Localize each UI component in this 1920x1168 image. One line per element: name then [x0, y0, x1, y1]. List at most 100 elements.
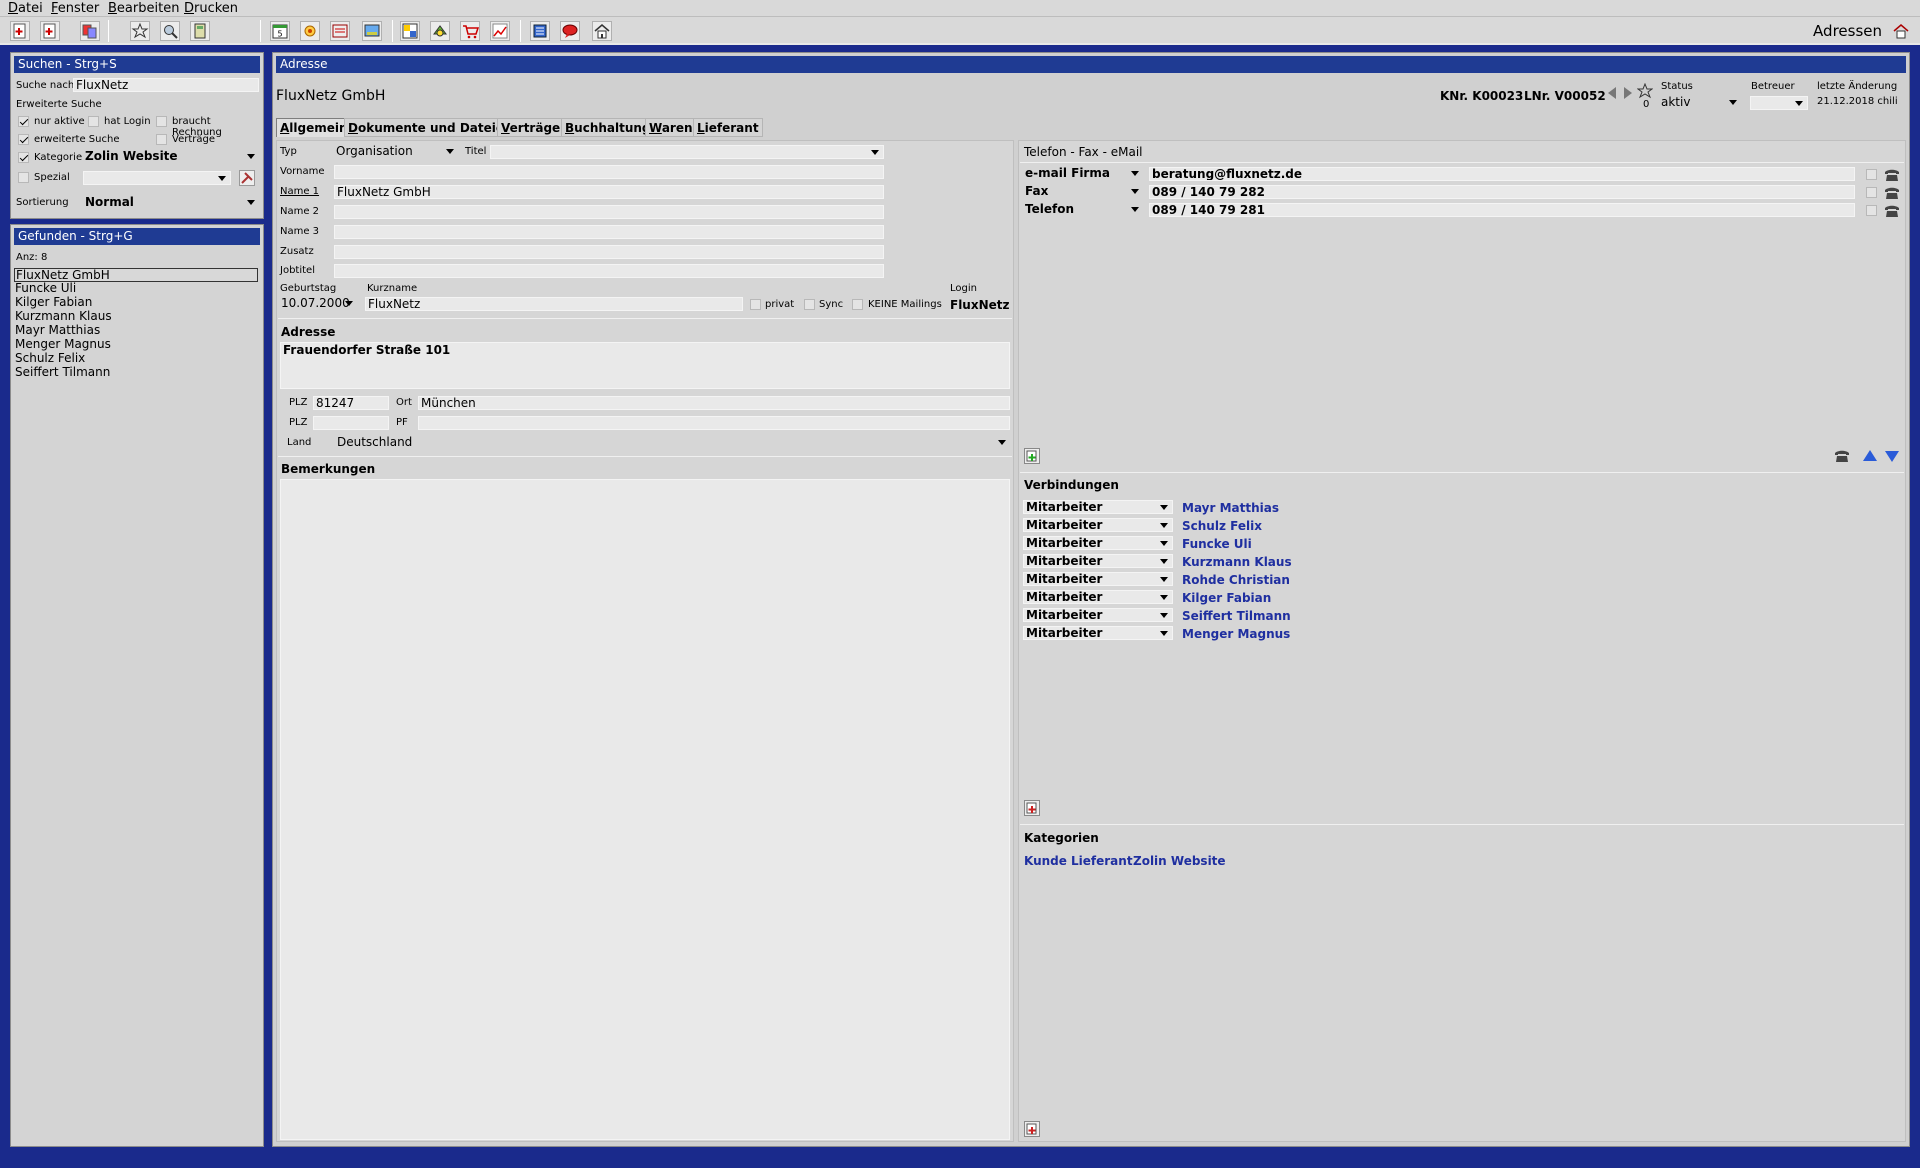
magnifier-icon[interactable]: [160, 21, 180, 41]
inbox-icon[interactable]: [330, 21, 350, 41]
menu-drucken[interactable]: Drucken: [184, 1, 238, 16]
job-title-input[interactable]: [334, 264, 884, 278]
tab-vertraege[interactable]: Verträge: [497, 118, 565, 137]
no-mailings-checkbox[interactable]: [852, 299, 863, 310]
search-input[interactable]: FluxNetz: [73, 78, 259, 92]
zip-input[interactable]: 81247: [313, 396, 389, 410]
remarks-textarea[interactable]: [280, 479, 1010, 1140]
swap-icon[interactable]: [80, 21, 100, 41]
tab-lieferant[interactable]: Lieferant: [693, 118, 763, 137]
cart-icon[interactable]: [460, 21, 480, 41]
result-list-item[interactable]: Kilger Fabian: [15, 296, 92, 310]
special-select[interactable]: [83, 171, 231, 185]
dial-phone-icon[interactable]: [1884, 204, 1900, 218]
connection-name-link[interactable]: Rohde Christian: [1182, 573, 1290, 587]
dial-phone-icon[interactable]: [1884, 168, 1900, 182]
result-list-item[interactable]: FluxNetz GmbH: [14, 268, 258, 282]
next-arrow-icon[interactable]: [1622, 86, 1634, 100]
sync-checkbox[interactable]: [804, 299, 815, 310]
needs-invoice-checkbox[interactable]: [156, 116, 167, 127]
category-link-kunde[interactable]: Kunde: [1024, 854, 1067, 868]
category-select[interactable]: Zolin Website: [83, 150, 259, 164]
menu-datei[interactable]: Datei: [8, 1, 43, 16]
connection-name-link[interactable]: Mayr Matthias: [1182, 501, 1279, 515]
po-box-input[interactable]: [418, 416, 1010, 430]
new-doc-icon[interactable]: [10, 21, 30, 41]
move-down-arrow-icon[interactable]: [1884, 448, 1900, 464]
birthday-select[interactable]: 10.07.2000: [279, 297, 357, 311]
category-link-lieferant[interactable]: Lieferant: [1071, 854, 1133, 868]
country-select[interactable]: Deutschland: [335, 436, 1010, 450]
special-checkbox[interactable]: [18, 172, 29, 183]
flower-icon[interactable]: [300, 21, 320, 41]
street-input[interactable]: Frauendorfer Straße 101: [280, 342, 1010, 389]
screen-icon[interactable]: [362, 21, 382, 41]
favorite-star-icon[interactable]: [1637, 83, 1653, 99]
connection-name-link[interactable]: Kilger Fabian: [1182, 591, 1271, 605]
connection-role-select[interactable]: Mitarbeiter: [1023, 518, 1173, 532]
private-checkbox[interactable]: [750, 299, 761, 310]
contact-value-input[interactable]: 089 / 140 79 281: [1149, 203, 1855, 217]
title-select[interactable]: [490, 145, 884, 159]
contact-checkbox[interactable]: [1866, 205, 1877, 216]
connection-name-link[interactable]: Funcke Uli: [1182, 537, 1252, 551]
result-list-item[interactable]: Schulz Felix: [15, 352, 85, 366]
dial-phone-icon[interactable]: [1884, 186, 1900, 200]
category-checkbox[interactable]: [18, 152, 29, 163]
sort-select[interactable]: Normal: [83, 196, 259, 210]
contact-value-input[interactable]: 089 / 140 79 282: [1149, 185, 1855, 199]
contracts-checkbox[interactable]: [156, 134, 167, 145]
menu-fenster[interactable]: Fenster: [51, 1, 99, 16]
app-home-icon[interactable]: [1892, 22, 1910, 40]
contact-checkbox[interactable]: [1866, 169, 1877, 180]
name3-input[interactable]: [334, 225, 884, 239]
home-icon[interactable]: [592, 21, 612, 41]
star-icon[interactable]: [130, 21, 150, 41]
connection-name-link[interactable]: Seiffert Tilmann: [1182, 609, 1291, 623]
connection-role-select[interactable]: Mitarbeiter: [1023, 608, 1173, 622]
tab-waren[interactable]: Waren: [645, 118, 697, 137]
window-icon[interactable]: [400, 21, 420, 41]
connection-role-select[interactable]: Mitarbeiter: [1023, 554, 1173, 568]
chart-icon[interactable]: [490, 21, 510, 41]
move-up-arrow-icon[interactable]: [1862, 448, 1878, 464]
addition-input[interactable]: [334, 245, 884, 259]
supervisor-select[interactable]: [1750, 96, 1808, 110]
contact-type-select[interactable]: e-mail Firma: [1023, 167, 1143, 181]
contact-value-input[interactable]: beratung@fluxnetz.de: [1149, 167, 1855, 181]
add-contact-button[interactable]: [1024, 448, 1040, 464]
add-connection-button[interactable]: [1024, 800, 1040, 816]
po-zip-input[interactable]: [313, 416, 389, 430]
menu-bearbeiten[interactable]: Bearbeiten: [108, 1, 179, 16]
calendar-icon[interactable]: 5: [270, 21, 290, 41]
contact-checkbox[interactable]: [1866, 187, 1877, 198]
connection-role-select[interactable]: Mitarbeiter: [1023, 590, 1173, 604]
city-input[interactable]: München: [418, 396, 1010, 410]
contact-type-select[interactable]: Fax: [1023, 185, 1143, 199]
type-select[interactable]: Organisation: [334, 145, 458, 159]
add-category-button[interactable]: [1024, 1121, 1040, 1137]
status-select[interactable]: aktiv: [1659, 96, 1741, 110]
chat-icon[interactable]: [560, 21, 580, 41]
tools-icon[interactable]: [239, 170, 255, 186]
connection-role-select[interactable]: Mitarbeiter: [1023, 500, 1173, 514]
connection-name-link[interactable]: Kurzmann Klaus: [1182, 555, 1292, 569]
category-link-zolin-website[interactable]: Zolin Website: [1133, 854, 1226, 868]
name1-input[interactable]: FluxNetz GmbH: [334, 185, 884, 199]
connection-name-link[interactable]: Menger Magnus: [1182, 627, 1290, 641]
tab-dokumente[interactable]: Dokumente und Dateien: [344, 118, 517, 137]
result-list-item[interactable]: Seiffert Tilmann: [15, 366, 110, 380]
result-list-item[interactable]: Mayr Matthias: [15, 324, 100, 338]
extended-search-checkbox[interactable]: [18, 134, 29, 145]
result-list-item[interactable]: Funcke Uli: [15, 282, 76, 296]
has-login-checkbox[interactable]: [88, 116, 99, 127]
connection-role-select[interactable]: Mitarbeiter: [1023, 572, 1173, 586]
new-doc-red-icon[interactable]: [40, 21, 60, 41]
book-icon[interactable]: [530, 21, 550, 41]
connection-name-link[interactable]: Schulz Felix: [1182, 519, 1262, 533]
previous-arrow-icon[interactable]: [1606, 86, 1618, 100]
connection-role-select[interactable]: Mitarbeiter: [1023, 626, 1173, 640]
connection-role-select[interactable]: Mitarbeiter: [1023, 536, 1173, 550]
result-list-item[interactable]: Kurzmann Klaus: [15, 310, 112, 324]
only-active-checkbox[interactable]: [18, 116, 29, 127]
